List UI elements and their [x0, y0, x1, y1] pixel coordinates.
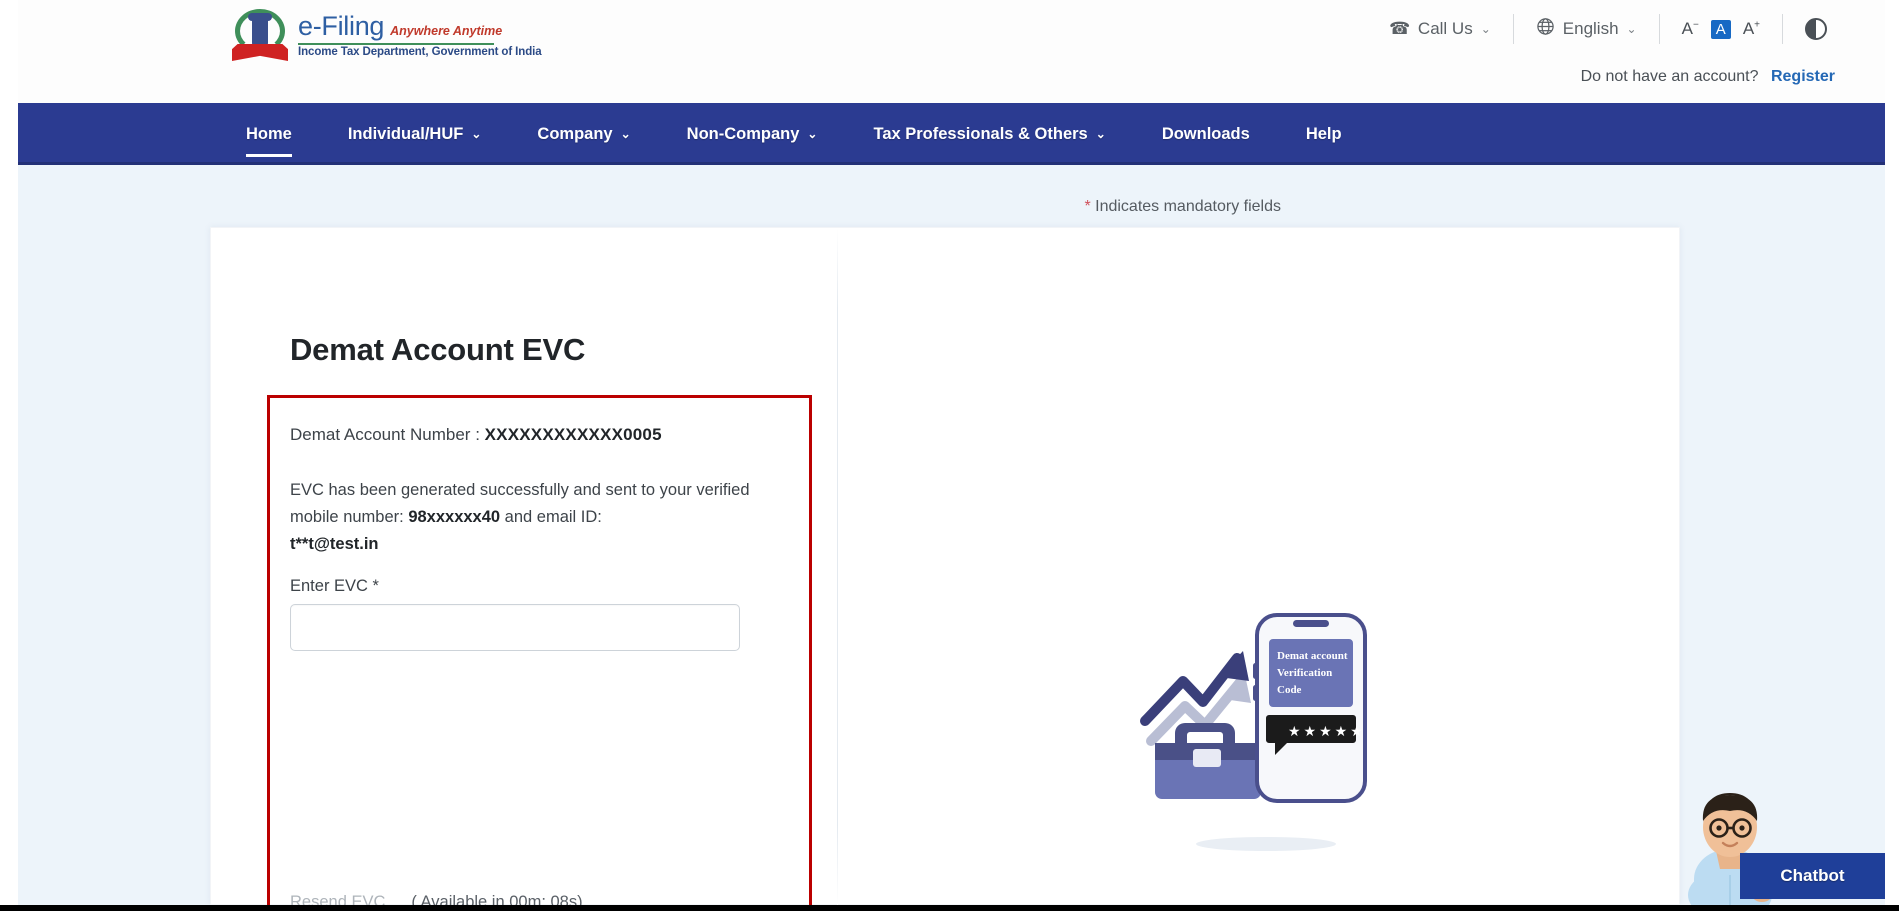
svg-text:★★★★★: ★★★★★ — [1288, 723, 1366, 739]
svg-text:Code: Code — [1277, 684, 1302, 696]
demat-account-label: Demat Account Number : — [290, 425, 485, 444]
logo-tagline: Anywhere Anytime — [390, 24, 503, 39]
card-divider — [837, 228, 838, 906]
svg-text:Verification: Verification — [1277, 667, 1332, 679]
chevron-down-icon: ⌄ — [1095, 127, 1106, 141]
logo-subtitle: Income Tax Department, Government of Ind… — [298, 46, 542, 59]
nav-label: Downloads — [1161, 124, 1250, 143]
register-link[interactable]: Register — [1771, 68, 1835, 85]
window-edge-left — [0, 0, 18, 911]
font-normal-button[interactable]: A — [1710, 19, 1731, 39]
chevron-down-icon: ⌄ — [620, 127, 631, 141]
nav-item-individual-huf[interactable]: Individual/HUF ⌄ — [320, 103, 510, 165]
nav-label: Help — [1305, 124, 1342, 143]
window-edge-bottom — [0, 905, 1899, 911]
language-label: English — [1562, 19, 1619, 38]
contrast-icon — [1805, 18, 1827, 40]
logo-divider — [298, 43, 494, 46]
nav-item-home[interactable]: Home — [218, 103, 320, 165]
evc-email-value: t**t@test.in — [290, 535, 379, 553]
mandatory-fields-note: * Indicates mandatory fields — [1084, 198, 1281, 216]
evc-sent-message: EVC has been generated successfully and … — [290, 477, 750, 558]
nav-label: Tax Professionals & Others — [873, 124, 1088, 143]
nav-item-company[interactable]: Company ⌄ — [509, 103, 658, 165]
call-us-menu[interactable]: ☎ Call Us ⌄ — [1367, 19, 1513, 39]
chevron-down-icon: ⌄ — [1626, 22, 1637, 36]
phone-icon: ☎ — [1388, 19, 1410, 38]
india-emblem-icon — [232, 8, 288, 64]
chatbot-button[interactable]: Chatbot — [1740, 853, 1885, 899]
chevron-down-icon: ⌄ — [807, 127, 818, 141]
nav-item-non-company[interactable]: Non-Company ⌄ — [659, 103, 846, 165]
main-navigation: Home Individual/HUF ⌄ Company ⌄ Non-Comp… — [0, 103, 1899, 165]
font-size-controls: A− A A+ — [1660, 19, 1782, 39]
evc-message-part2: and email ID: — [500, 508, 602, 526]
illustration-shadow — [1196, 837, 1336, 851]
font-decrease-button[interactable]: A− — [1682, 19, 1699, 39]
window-edge-right — [1885, 0, 1899, 911]
nav-label: Company — [537, 124, 613, 143]
evc-label-text: Enter EVC — [290, 577, 373, 595]
language-menu[interactable]: English ⌄ — [1514, 17, 1659, 41]
nav-label: Home — [246, 124, 292, 143]
demat-account-value: XXXXXXXXXXXX0005 — [484, 425, 662, 444]
nav-item-help[interactable]: Help — [1278, 103, 1370, 165]
account-prompt-text: Do not have an account? — [1580, 68, 1759, 85]
nav-item-tax-professionals-others[interactable]: Tax Professionals & Others ⌄ — [845, 103, 1133, 165]
call-us-label: Call Us — [1417, 19, 1473, 38]
chevron-down-icon: ⌄ — [471, 127, 482, 141]
contrast-toggle[interactable] — [1783, 18, 1849, 40]
evc-mobile-value: 98xxxxxx40 — [408, 508, 501, 526]
evc-input[interactable] — [290, 604, 740, 651]
logo-text-block: e-Filing Anywhere Anytime Income Tax Dep… — [298, 13, 542, 59]
required-star: * — [372, 577, 379, 595]
mandatory-text: Indicates mandatory fields — [1090, 198, 1281, 215]
page-title: Demat Account EVC — [290, 332, 586, 367]
logo-title: e-Filing — [298, 11, 385, 42]
site-header: e-Filing Anywhere Anytime Income Tax Dep… — [0, 0, 1899, 103]
svg-text:Demat account: Demat account — [1277, 650, 1348, 662]
page-content: * Indicates mandatory fields Demat Accou… — [0, 165, 1899, 911]
globe-icon — [1536, 17, 1555, 41]
evc-card: Demat Account EVC Demat Account Number :… — [210, 227, 1680, 911]
nav-item-downloads[interactable]: Downloads — [1134, 103, 1278, 165]
nav-label: Individual/HUF — [347, 124, 464, 143]
demat-evc-illustration: Demat account Verification Code ★★★★★ — [1133, 603, 1383, 813]
evc-field-label: Enter EVC * — [290, 577, 379, 596]
site-logo[interactable]: e-Filing Anywhere Anytime Income Tax Dep… — [232, 8, 542, 64]
chatbot-widget[interactable]: Chatbot — [1680, 783, 1885, 911]
demat-account-number-row: Demat Account Number : XXXXXXXXXXXX0005 — [290, 425, 662, 445]
page-root: e-Filing Anywhere Anytime Income Tax Dep… — [0, 0, 1899, 911]
account-prompt-row: Do not have an account? Register — [1581, 68, 1835, 86]
header-tools: ☎ Call Us ⌄ English ⌄ A− A A+ — [1367, 14, 1849, 44]
nav-label: Non-Company — [686, 124, 800, 143]
font-increase-button[interactable]: A+ — [1743, 19, 1760, 39]
chevron-down-icon: ⌄ — [1480, 22, 1491, 36]
